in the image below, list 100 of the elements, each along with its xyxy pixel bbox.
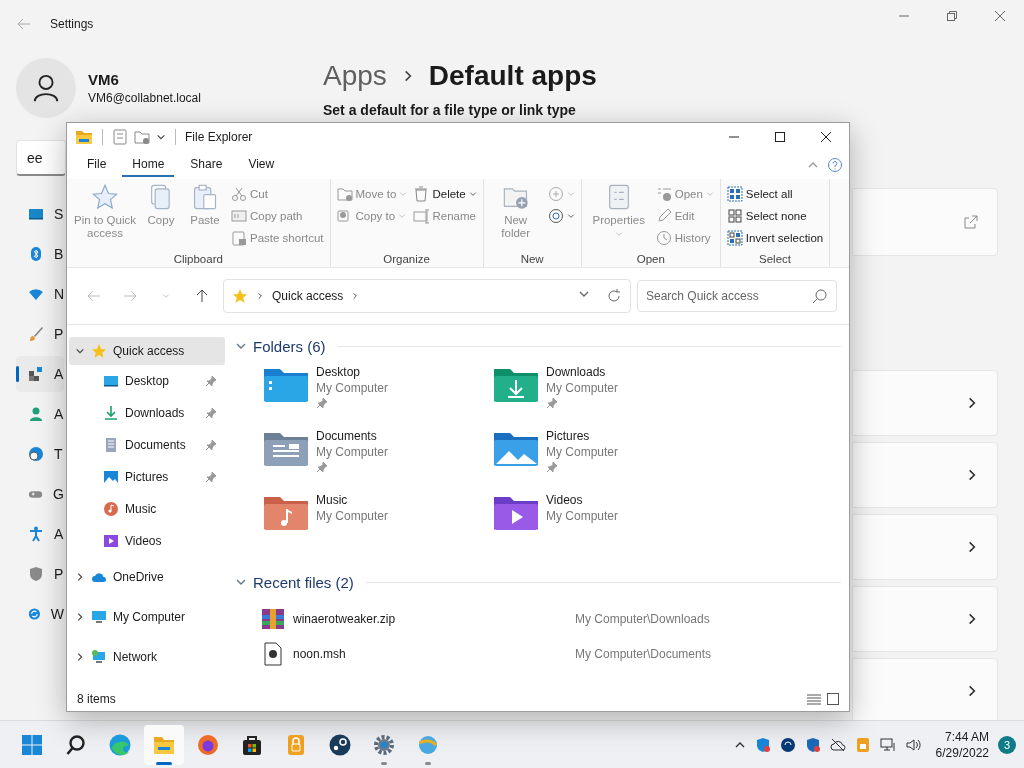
ribbon-tab[interactable]: View xyxy=(238,153,285,177)
shield-icon xyxy=(28,566,44,582)
back-icon[interactable] xyxy=(16,16,32,32)
folder-move-icon xyxy=(336,186,353,202)
expand-icon xyxy=(75,612,85,622)
file-icon xyxy=(261,641,285,666)
section-header[interactable]: Folders (6) xyxy=(253,337,326,355)
star-icon xyxy=(91,183,119,211)
search-field[interactable]: Search Quick access xyxy=(637,280,837,312)
collapse-icon xyxy=(75,346,85,356)
firefox-icon xyxy=(196,732,220,757)
file-path: My Computer\Downloads xyxy=(575,611,710,626)
trash-icon xyxy=(413,186,430,202)
folder-tile[interactable]: Documents My Computer xyxy=(263,429,493,493)
tree-item[interactable]: Network xyxy=(69,637,225,677)
address-bar[interactable]: Quick access xyxy=(223,279,631,313)
tree-item[interactable]: Videos xyxy=(69,525,225,557)
chevron-icon xyxy=(351,292,360,300)
folder-tile[interactable]: Videos My Computer xyxy=(493,493,723,557)
ribbon-button[interactable]: Select all xyxy=(726,183,824,205)
nav-item[interactable]: W xyxy=(16,596,64,632)
ribbon-button[interactable]: Delete xyxy=(413,183,477,205)
nav-item[interactable]: P xyxy=(16,556,64,592)
folder-tile[interactable]: Music My Computer xyxy=(263,493,493,557)
person-icon xyxy=(28,406,44,422)
up-icon[interactable] xyxy=(194,288,210,304)
ribbon-button[interactable]: Select none xyxy=(726,205,824,227)
ribbon-tab[interactable]: Share xyxy=(180,153,233,177)
address-segment[interactable]: Quick access xyxy=(272,289,344,303)
item-count: 8 items xyxy=(77,692,116,706)
nav-item[interactable]: P xyxy=(16,316,64,352)
network-icon xyxy=(91,649,107,665)
section-header[interactable]: Recent files (2) xyxy=(253,573,354,591)
folder-tile[interactable]: Pictures My Computer xyxy=(493,429,723,493)
folder-tile[interactable]: Desktop My Computer xyxy=(263,365,493,429)
section-subtitle: Set a default for a file type or link type xyxy=(323,102,577,118)
chevron-icon xyxy=(468,190,477,198)
restore-icon xyxy=(947,11,957,21)
expand-icon xyxy=(75,652,85,662)
forward-icon[interactable] xyxy=(122,288,138,304)
tree-item[interactable]: OneDrive xyxy=(69,557,225,597)
nav-item[interactable]: S xyxy=(16,196,64,232)
nav-item[interactable]: A xyxy=(16,516,64,552)
tree-item[interactable]: Pictures xyxy=(69,461,225,493)
group-label: New xyxy=(519,253,545,267)
ribbon-tab[interactable]: File xyxy=(77,153,117,177)
breadcrumb-link[interactable]: Apps xyxy=(323,60,387,92)
nav-item[interactable]: A xyxy=(16,396,64,432)
back-icon[interactable] xyxy=(86,288,102,304)
star-icon xyxy=(232,288,248,304)
shield-app-icon xyxy=(754,736,771,753)
desktop-icon xyxy=(103,373,119,389)
refresh-icon[interactable] xyxy=(606,288,622,304)
lock-app-icon xyxy=(854,736,871,753)
file-name[interactable]: noon.msh xyxy=(293,646,567,661)
chevron-icon xyxy=(399,190,408,198)
nav-item[interactable]: A xyxy=(16,356,64,392)
speaker-icon xyxy=(904,736,921,753)
clock[interactable]: 7:44 AM 6/29/2022 xyxy=(935,729,989,760)
scissors-icon xyxy=(231,186,247,202)
tree-item[interactable]: Documents xyxy=(69,429,225,461)
file-name[interactable]: winaerotweaker.zip xyxy=(293,611,567,626)
update-icon xyxy=(28,606,41,622)
window-title: File Explorer xyxy=(185,130,253,144)
tree-item[interactable]: Music xyxy=(69,493,225,525)
steam-icon xyxy=(328,732,352,757)
gear-icon xyxy=(372,732,396,757)
notification-badge[interactable]: 3 xyxy=(998,735,1016,754)
ribbon-tab[interactable]: Home xyxy=(122,153,175,177)
new-folder-icon[interactable] xyxy=(134,129,150,145)
expand-icon xyxy=(75,572,85,582)
nav-item[interactable]: G xyxy=(16,476,64,512)
brush-icon xyxy=(28,326,44,342)
archive-icon xyxy=(261,606,285,631)
windows-icon xyxy=(21,733,43,756)
search-field[interactable]: ee xyxy=(16,140,66,176)
tree-item[interactable]: Desktop xyxy=(69,365,225,397)
details-view-icon[interactable] xyxy=(807,693,821,705)
folder-tile[interactable]: Downloads My Computer xyxy=(493,365,723,429)
tiles-view-icon[interactable] xyxy=(827,693,839,705)
search-icon xyxy=(65,733,87,756)
tree-item[interactable]: Quick access xyxy=(69,337,225,365)
nav-item[interactable]: T xyxy=(16,436,64,472)
chevron-icon xyxy=(256,292,264,300)
tree-item[interactable]: Downloads xyxy=(69,397,225,429)
accessibility-icon xyxy=(28,526,44,542)
cloud-off-icon xyxy=(829,736,846,753)
chevron-icon xyxy=(156,132,166,142)
refresh-circle-icon xyxy=(779,736,796,753)
nav-item[interactable]: N xyxy=(16,276,64,312)
ribbon-button[interactable]: Invert selection xyxy=(726,227,824,249)
nav-item[interactable]: B xyxy=(16,236,64,272)
tree-item[interactable]: My Computer xyxy=(69,597,225,637)
group-label: Clipboard xyxy=(172,253,224,267)
properties-icon[interactable] xyxy=(112,129,128,145)
chevron-icon xyxy=(705,190,714,198)
wifi-icon xyxy=(28,286,44,302)
chevron-icon xyxy=(566,212,575,220)
video-icon xyxy=(103,533,119,549)
help-icon[interactable] xyxy=(827,157,843,173)
